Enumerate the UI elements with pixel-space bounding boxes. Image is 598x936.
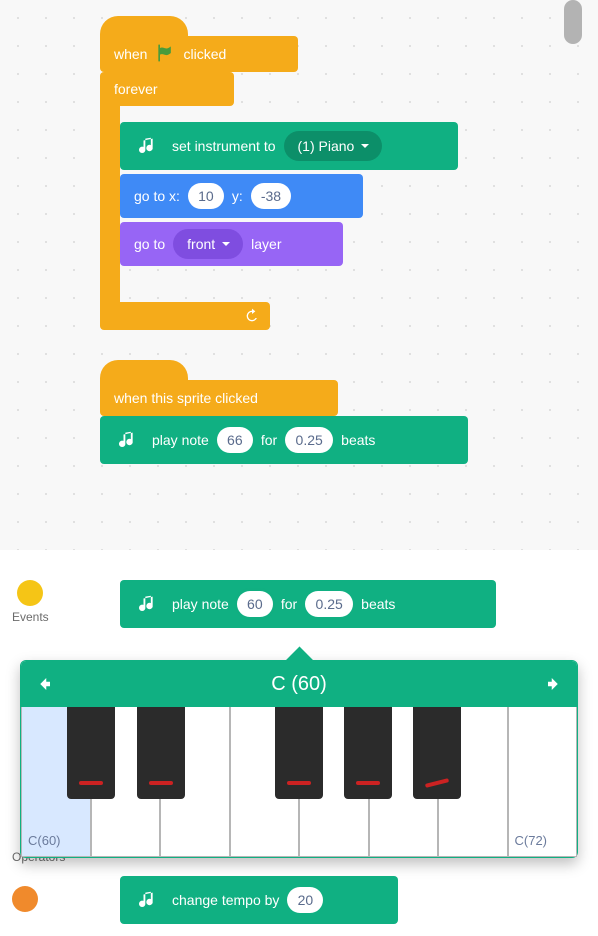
goto-layer-pre: go to [134, 236, 165, 252]
goto-x-label: go to x: [134, 188, 180, 204]
loop-arrow-icon [244, 308, 260, 324]
music-icon [134, 889, 164, 911]
script-area-top: when clicked forever set instrument to (… [0, 0, 598, 550]
forever-block[interactable]: forever [100, 72, 234, 106]
category-third[interactable] [12, 886, 38, 912]
set-instrument-block[interactable]: set instrument to (1) Piano [120, 122, 458, 170]
beats-input-1[interactable]: 0.25 [285, 427, 333, 453]
play-note-post: beats [361, 596, 395, 612]
play-note-block-2[interactable]: play note 60 for 0.25 beats [120, 580, 496, 628]
forever-arm [100, 106, 120, 302]
chevron-down-icon [360, 141, 370, 151]
black-key-gs[interactable] [344, 707, 392, 799]
white-key-c2[interactable]: C(72) [508, 707, 578, 857]
forever-label: forever [114, 81, 158, 97]
change-tempo-label: change tempo by [172, 892, 279, 908]
play-note-pre: play note [172, 596, 229, 612]
instrument-dropdown[interactable]: (1) Piano [284, 131, 383, 161]
arrow-right-icon [545, 675, 563, 693]
when-flag-clicked-block[interactable]: when clicked [100, 16, 270, 72]
current-note-label: C (60) [271, 673, 327, 696]
instrument-value: (1) Piano [298, 138, 355, 154]
play-note-mid: for [281, 596, 297, 612]
tempo-input[interactable]: 20 [287, 887, 323, 913]
black-key-cs[interactable] [67, 707, 115, 799]
events-label: Events [12, 610, 49, 624]
octave-down-button[interactable] [21, 661, 67, 707]
play-note-mid: for [261, 432, 277, 448]
music-icon [114, 429, 144, 451]
green-flag-icon [155, 43, 175, 66]
play-note-pre: play note [152, 432, 209, 448]
key-label-low: C(60) [28, 833, 61, 848]
events-dot [17, 580, 43, 606]
piano-keyboard: C(60) C(72) [21, 707, 577, 857]
set-instrument-label: set instrument to [172, 138, 276, 154]
black-key-as[interactable] [413, 707, 461, 799]
octave-up-button[interactable] [531, 661, 577, 707]
music-icon [134, 593, 164, 615]
when-sprite-clicked-block[interactable]: when this sprite clicked [100, 360, 310, 416]
arrow-left-icon [35, 675, 53, 693]
play-note-post: beats [341, 432, 375, 448]
play-note-block-1[interactable]: play note 66 for 0.25 beats [100, 416, 468, 464]
third-dot [12, 886, 38, 912]
note-picker-header: C (60) [21, 661, 577, 707]
black-key-ds[interactable] [137, 707, 185, 799]
layer-dropdown[interactable]: front [173, 229, 243, 259]
scrollbar-thumb[interactable] [564, 0, 582, 44]
vertical-scrollbar[interactable] [564, 0, 582, 120]
note-input-1[interactable]: 66 [217, 427, 253, 453]
layer-value: front [187, 236, 215, 252]
hat-label-prefix: when [114, 46, 147, 62]
chevron-down-icon [221, 239, 231, 249]
note-input-2[interactable]: 60 [237, 591, 273, 617]
hat-label-suffix: clicked [183, 46, 226, 62]
forever-bottom [100, 302, 270, 330]
goto-layer-block[interactable]: go to front layer [120, 222, 343, 266]
y-input[interactable]: -38 [251, 183, 291, 209]
note-picker-popup: C (60) C(60) C(72) [20, 660, 578, 858]
black-key-fs[interactable] [275, 707, 323, 799]
category-events[interactable]: Events [12, 580, 49, 624]
beats-input-2[interactable]: 0.25 [305, 591, 353, 617]
script-area-bottom: Events Operators play note 60 for 0.25 b… [0, 550, 598, 936]
goto-xy-block[interactable]: go to x: 10 y: -38 [120, 174, 363, 218]
when-sprite-label: when this sprite clicked [114, 390, 258, 406]
goto-y-label: y: [232, 188, 243, 204]
goto-layer-post: layer [251, 236, 281, 252]
change-tempo-block[interactable]: change tempo by 20 [120, 876, 398, 924]
music-icon [134, 135, 164, 157]
key-label-high: C(72) [515, 833, 548, 848]
x-input[interactable]: 10 [188, 183, 224, 209]
